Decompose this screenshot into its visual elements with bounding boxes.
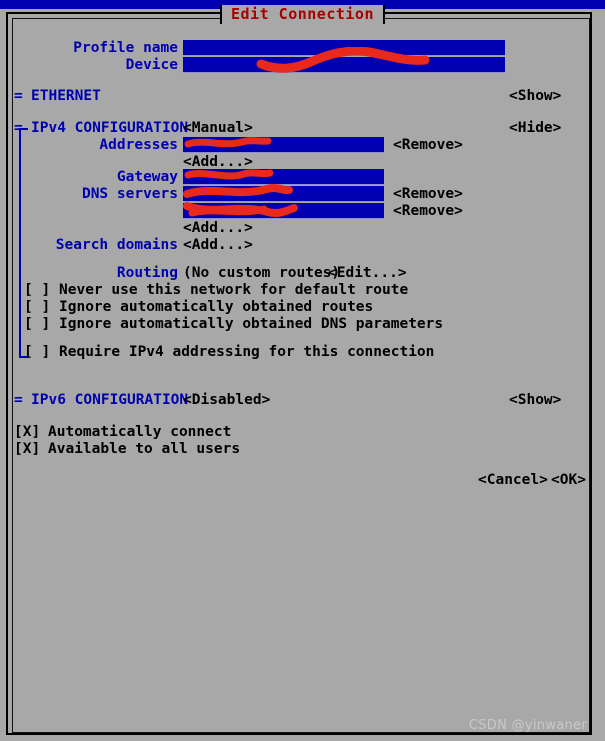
ipv4-hide-toggle[interactable]: <Hide> (509, 120, 561, 137)
cancel-button[interactable]: <Cancel> (478, 472, 548, 489)
never-default-route-checkbox[interactable]: [ ] (24, 282, 50, 299)
gateway-input[interactable]: 10.00.120.254 (183, 169, 384, 185)
auto-connect-label: Automatically connect (48, 424, 232, 440)
require-ipv4-label: Require IPv4 addressing for this connect… (59, 344, 435, 360)
dns-servers-label: DNS servers (81, 186, 178, 202)
dns-server-remove-button-1[interactable]: <Remove> (393, 203, 463, 220)
auto-connect-checkbox[interactable]: [X] (14, 424, 40, 441)
ipv4-section-title: IPv4 CONFIGURATION (31, 120, 189, 136)
routing-label: Routing (116, 265, 178, 281)
ipv6-section-marker[interactable]: = (14, 392, 23, 409)
ignore-auto-routes-checkbox[interactable]: [ ] (24, 299, 50, 316)
address-remove-button-0[interactable]: <Remove> (393, 137, 463, 154)
dns-server-input-1[interactable]: 221.145.110.10 (183, 203, 384, 219)
search-domains-add-button[interactable]: <Add...> (183, 237, 253, 254)
device-input[interactable]: enp0s3 (08:00:27:bf:8f:50) (183, 57, 505, 73)
gateway-label: Gateway (116, 169, 178, 185)
search-domains-label: Search domains (55, 237, 178, 253)
ethernet-show-toggle[interactable]: <Show> (509, 88, 561, 105)
dns-server-add-button[interactable]: <Add...> (183, 220, 253, 237)
profile-name-input[interactable]: enp0s3 (183, 40, 505, 56)
require-ipv4-checkbox[interactable]: [ ] (24, 344, 50, 361)
routing-value: (No custom routes) (183, 265, 341, 281)
addresses-label: Addresses (99, 137, 178, 153)
dns-server-remove-button-0[interactable]: <Remove> (393, 186, 463, 203)
address-input-0[interactable]: 10.00.120.175/24 (183, 137, 384, 153)
ignore-auto-routes-label: Ignore automatically obtained routes (59, 299, 374, 315)
watermark: CSDN @yinwaner (468, 718, 587, 733)
routing-edit-button[interactable]: <Edit...> (328, 265, 407, 282)
available-all-users-label: Available to all users (48, 441, 241, 457)
ipv6-section-title: IPv6 CONFIGURATION (31, 392, 189, 408)
dialog-content: Profile name enp0s3 Device enp0s3 (08:00… (0, 0, 605, 741)
ipv6-show-toggle[interactable]: <Show> (509, 392, 561, 409)
terminal-screen: Edit Connection Profile name enp0s3 Devi… (0, 0, 605, 741)
ignore-auto-dns-checkbox[interactable]: [ ] (24, 316, 50, 333)
ipv6-mode-select[interactable]: <Disabled> (183, 392, 270, 409)
dns-server-input-0[interactable]: 219.141.136.10 (183, 186, 384, 202)
never-default-route-label: Never use this network for default route (59, 282, 409, 298)
ignore-auto-dns-label: Ignore automatically obtained DNS parame… (59, 316, 444, 332)
ok-button[interactable]: <OK> (551, 472, 586, 489)
profile-name-label: Profile name (73, 40, 178, 56)
available-all-users-checkbox[interactable]: [X] (14, 441, 40, 458)
ethernet-section-title: ETHERNET (31, 88, 101, 104)
ipv4-mode-select[interactable]: <Manual> (183, 120, 253, 137)
device-label: Device (125, 57, 178, 73)
ethernet-section-marker[interactable]: = (14, 88, 23, 105)
